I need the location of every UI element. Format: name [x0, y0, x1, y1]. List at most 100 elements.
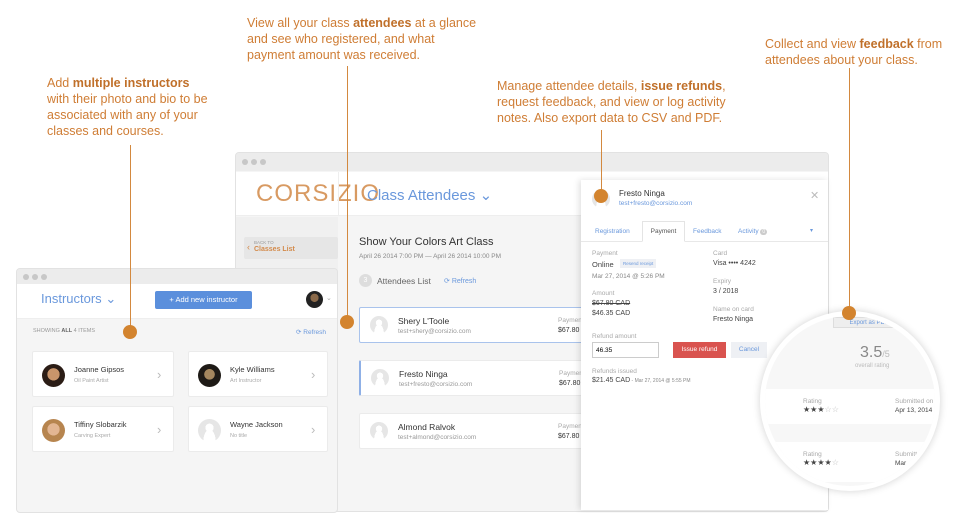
text-label: Oil Paint Artist [74, 378, 109, 384]
resend-receipt-button[interactable]: Resend receipt [620, 259, 657, 268]
instructor-card[interactable]: Joanne Gipsos Oil Paint Artist › [32, 351, 174, 397]
attendee-count-badge: 3 [359, 274, 372, 287]
email-link[interactable]: test+fresto@corsizio.com [619, 200, 692, 207]
add-instructor-button[interactable]: + Add new instructor [155, 291, 252, 309]
callout-dot [594, 189, 608, 203]
attendee-row[interactable]: Fresto Ninga test+fresto@corsizio.com Pa… [359, 360, 589, 396]
export-pdf-button[interactable]: Export as PDF [833, 317, 905, 328]
text-label: Fresto Ninga [619, 189, 665, 198]
chevron-down-icon: ⌄ [479, 187, 493, 204]
text-label: Refund amount [592, 333, 637, 340]
attendee-row[interactable]: Shery L'Toole test+shery@corsizio.com Pa… [359, 307, 589, 343]
avatar [370, 422, 388, 440]
cancel-button[interactable]: Cancel [731, 342, 767, 358]
instructor-card[interactable]: Tiffiny Slobarzik Carving Expert › [32, 406, 174, 452]
star-empty-icon: ☆ [824, 405, 832, 414]
avatar [371, 369, 389, 387]
chevron-right-icon: › [311, 367, 316, 382]
text-label: Amount [592, 290, 615, 297]
star-filled-icon: ★ [824, 458, 832, 467]
text-label: Online [592, 260, 614, 269]
text-label: Fresto Ninga [713, 316, 754, 323]
text-label: $67.80 [558, 433, 580, 440]
tab-activity[interactable]: Activity 0 [738, 228, 768, 235]
tab-feedback[interactable]: Feedback [693, 228, 722, 235]
avatar [370, 316, 388, 334]
text-label: Expiry [713, 278, 732, 285]
chevron-right-icon: › [157, 367, 162, 382]
text-label: Kyle Williams [230, 365, 275, 374]
text-label: 3 / 2018 [713, 288, 739, 295]
page-title-dropdown[interactable]: Class Attendees ⌄ [367, 186, 492, 204]
text-label: Payment [558, 317, 584, 324]
refund-amount-input[interactable] [592, 342, 659, 358]
text-label: Submitted on [895, 451, 934, 458]
text-label: test+shery@corsizio.com [398, 328, 471, 335]
tab-registration[interactable]: Registration [595, 228, 630, 235]
activity-count-badge: 0 [760, 229, 768, 235]
back-to-classes-button[interactable]: ‹ BACK TO Classes List [244, 237, 338, 259]
instructor-card[interactable]: Wayne Jackson No title › [188, 406, 328, 452]
callout-feedback: Collect and view feedback from attendees… [765, 37, 943, 67]
star-empty-icon: ☆ [831, 458, 839, 467]
text-label: Shery L'Toole [398, 316, 450, 326]
text-label: $21.45 CAD - Mar 27, 2014 @ 5:55 PM [592, 377, 691, 384]
logo: CORSIZIO [256, 180, 381, 207]
more-tabs-dropdown[interactable]: ▾ [810, 227, 813, 234]
callout-instructors: Add multiple instructors with their phot… [47, 76, 208, 138]
text-label: Rating [803, 398, 822, 405]
text-label: Almond Ralvok [398, 422, 456, 432]
text-label: Tiffiny Slobarzik [74, 420, 127, 429]
star-empty-icon: ☆ [831, 405, 839, 414]
star-rating: ★★★☆☆ [803, 405, 839, 414]
overall-rating: 3.5/5 [860, 344, 890, 361]
text-label: Wayne Jackson [230, 420, 283, 429]
callout-dot [842, 306, 856, 320]
callout-details: Manage attendee details, issue refunds, … [497, 79, 726, 125]
user-avatar[interactable] [306, 291, 323, 308]
showing-count: SHOWING ALL 4 ITEMS [33, 328, 96, 334]
text-label: test+almond@corsizio.com [398, 434, 477, 441]
callout-line [130, 145, 131, 332]
chevron-right-icon: › [157, 422, 162, 437]
callout-dot [123, 325, 137, 339]
feedback-item[interactable]: Rating ★★★☆☆ Submitted on Apr 13, 2014 [765, 389, 935, 424]
refresh-attendees-button[interactable]: ⟳ Refresh [444, 277, 476, 285]
attendee-row[interactable]: Almond Ralvok test+almond@corsizio.com P… [359, 413, 589, 449]
text-label: $46.35 CAD [592, 310, 631, 317]
refresh-button[interactable]: ⟳ Refresh [296, 328, 326, 336]
text-label: Joanne Gipsos [74, 365, 125, 374]
star-filled-icon: ★ [817, 405, 825, 414]
avatar [42, 364, 65, 387]
text-label: Fresto Ninga [399, 369, 448, 379]
text-label: Art Instructor [230, 378, 262, 384]
chevron-down-icon: ⌄ [105, 291, 117, 306]
text-label: Apr 13, 2014 [895, 407, 933, 414]
avatar [198, 419, 221, 442]
text-label: Mar 27, 2014 @ 5:26 PM [592, 273, 665, 280]
chevron-down-icon[interactable]: ⌄ [326, 294, 332, 302]
text-label: $67.80 CAD [592, 300, 631, 307]
text-label: Refunds issued [592, 368, 637, 375]
instructors-title-dropdown[interactable]: Instructors ⌄ [41, 291, 116, 307]
text-label: Visa •••• 4242 [713, 260, 756, 267]
avatar [198, 364, 221, 387]
class-title: Show Your Colors Art Class [359, 236, 494, 248]
text-label: Carving Expert [74, 433, 111, 439]
avatar [42, 419, 65, 442]
tab-payment[interactable]: Payment [642, 221, 685, 242]
star-rating: ★★★★☆ [803, 458, 839, 467]
close-icon[interactable]: ✕ [810, 189, 819, 202]
text-label: $67.80 [559, 380, 581, 387]
instructors-window: Instructors ⌄ + Add new instructor ⌄ SHO… [16, 268, 338, 513]
feedback-item[interactable]: Rating ★★★★☆ Submitted on Mar [765, 442, 935, 482]
callout-line [347, 66, 348, 322]
text-label: Payment [592, 250, 618, 257]
issue-refund-button[interactable]: Issue refund [673, 342, 726, 358]
class-dates: April 26 2014 7:00 PM — April 26 2014 10… [359, 253, 502, 260]
text-label: $67.80 [558, 327, 580, 334]
feedback-magnifier: Export as PDF 3.5/5 overall rating Ratin… [760, 311, 940, 491]
callout-dot [340, 315, 354, 329]
instructor-card[interactable]: Kyle Williams Art Instructor › [188, 351, 328, 397]
callout-line [849, 68, 850, 313]
